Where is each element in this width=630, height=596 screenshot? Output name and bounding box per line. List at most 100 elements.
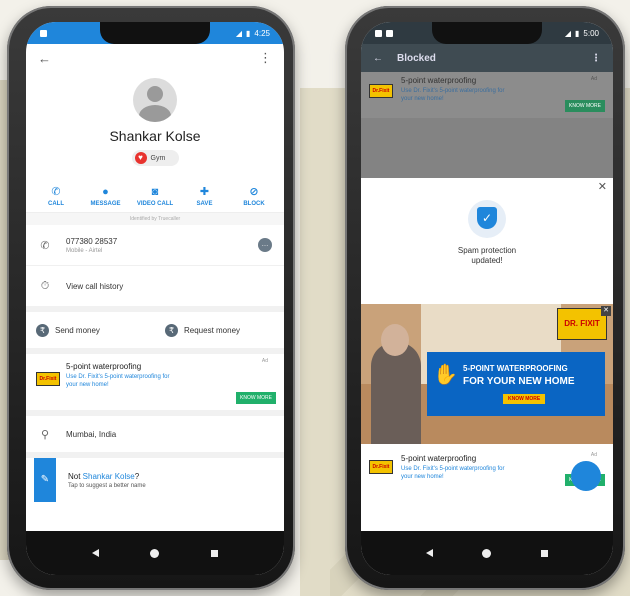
ad-banner[interactable]: DR. FIXIT ✕ ✋ 5-POINT WATERPROOFING FOR … [361,304,613,444]
suggest-name: Shankar Kolse [82,471,135,481]
dr-fixit-logo: Dr.Fixit [369,84,393,98]
avatar [133,78,177,122]
money-card: ₹ Send money ₹ Request money [26,312,284,354]
location-label: Mumbai, India [66,429,117,439]
phone-notch [100,22,210,44]
phone-icon: ✆ [51,186,61,198]
contact-toolbar: ← ⋮ [26,44,284,72]
message-button[interactable]: ● MESSAGE [84,186,128,207]
banner-headline2: FOR YOUR NEW HOME [463,376,575,387]
call-history-label: View call history [66,281,124,291]
shield-check-icon: ✓ [477,207,497,229]
location-row[interactable]: ⚲ Mumbai, India [26,416,284,458]
ad-label: Ad [590,452,597,458]
nav-recents-icon[interactable] [211,549,219,557]
ad-title: 5-point waterproofing [66,362,142,371]
suggest-name-row[interactable]: ✎ Not Shankar Kolse? Tap to suggest a be… [26,458,284,502]
block-icon: ⊘ [249,186,259,198]
phone-notch [432,22,542,44]
call-label: CALL [48,201,64,207]
message-icon: ● [102,186,109,198]
know-more-button[interactable]: KNOW MORE [236,392,276,404]
spam-message: Spam protection updated! [361,246,613,266]
blocked-toolbar: ← Blocked ⋮ [361,44,613,72]
notification-icon [386,29,393,37]
block-label: BLOCK [243,201,265,207]
ad-subtitle: Use Dr. Fixit's 5-point waterproofing fo… [401,88,505,102]
blocked-screen: ◢ ▮ 5:00 ← Blocked ⋮ Dr.Fixit 5-point wa… [361,22,613,575]
phone-number-row[interactable]: ✆ 077380 28537 Mobile - Airtel … [26,225,284,265]
know-more-button[interactable]: KNOW MORE [565,100,605,112]
save-button[interactable]: ✚ SAVE [183,186,227,207]
nav-bar [361,531,613,575]
contact-actions: ✆ CALL ● MESSAGE ◙ VIDEO CALL ✚ SAVE ⊘ B… [26,186,284,207]
spam-message-line2: updated! [471,256,503,265]
dr-fixit-logo: Dr.Fixit [369,460,393,474]
banner-close-icon[interactable]: ✕ [601,306,611,316]
shield-badge: ✓ [468,200,506,238]
back-arrow-icon[interactable]: ← [38,51,51,66]
rupee-request-icon: ₹ [165,323,178,337]
suggest-suffix: ? [134,471,140,481]
contact-tag[interactable]: ♥ Gym [131,150,179,166]
nav-back-icon[interactable] [91,549,99,557]
suggest-subtitle: Tap to suggest a better name [68,482,146,489]
notification-icon [40,29,47,37]
suggest-title: Not Shankar Kolse? [68,472,146,481]
phone-contact-profile: ◢ ▮ 4:25 ← ⋮ Shankar Kolse ♥ Gym ✆ CALL … [7,6,295,590]
add-person-icon: ✚ [199,186,210,198]
page-title: Blocked [397,52,436,64]
block-button[interactable]: ⊘ BLOCK [232,186,276,207]
nav-recents-icon[interactable] [541,549,549,557]
spam-update-dialog: ✕ ✓ Spam protection updated! DR. FIXIT ✕… [361,178,613,531]
signal-icon: ◢ [564,28,572,38]
call-history-row[interactable]: ⏱ View call history [26,265,284,306]
suggest-prefix: Not [68,471,83,481]
nav-home-icon[interactable] [482,548,492,558]
video-call-button[interactable]: ◙ VIDEO CALL [133,186,177,207]
nav-back-icon[interactable] [425,549,433,557]
close-icon[interactable]: ✕ [598,180,607,193]
floating-action-button[interactable] [571,461,601,491]
nav-bar [26,531,284,575]
phone-blocked-screen: ◢ ▮ 5:00 ← Blocked ⋮ Dr.Fixit 5-point wa… [345,6,625,590]
ad-label: Ad [590,76,597,82]
blocked-ad-card[interactable]: Dr.Fixit 5-point waterproofing Use Dr. F… [361,72,613,118]
status-time: 4:25 [254,28,270,38]
sms-icon[interactable]: … [258,238,272,252]
banner-headline-box: ✋ 5-POINT WATERPROOFING FOR YOUR NEW HOM… [427,352,605,416]
edit-card-icon: ✎ [34,458,56,502]
ad-card[interactable]: Dr.Fixit 5-point waterproofing Use Dr. F… [26,354,284,416]
phone-type: Mobile - Airtel [66,247,103,254]
overflow-menu-icon[interactable]: ⋮ [591,53,601,64]
save-label: SAVE [196,201,213,207]
battery-icon: ▮ [246,28,251,38]
notification-icon [375,29,382,37]
message-label: MESSAGE [90,201,121,207]
back-arrow-icon[interactable]: ← [373,53,383,64]
contact-tag-label: Gym [150,154,166,162]
battery-icon: ▮ [575,28,580,38]
banner-person [371,342,421,444]
location-pin-icon: ⚲ [40,428,50,441]
overflow-menu-icon[interactable]: ⋮ [259,50,272,66]
dr-fixit-banner-logo: DR. FIXIT [557,308,607,340]
banner-person-head [381,324,409,356]
status-bar: ◢ ▮ 4:25 [26,22,284,44]
heart-icon: ♥ [134,152,147,164]
banner-know-more[interactable]: KNOW MORE [503,394,546,404]
ad-subtitle: Use Dr. Fixit's 5-point waterproofing fo… [66,374,170,388]
ad-title: 5-point waterproofing [401,454,477,463]
call-button[interactable]: ✆ CALL [34,186,78,207]
contact-name: Shankar Kolse [109,128,201,144]
send-money-button[interactable]: ₹ Send money [26,323,155,337]
rupee-send-icon: ₹ [36,323,49,337]
ad-label: Ad [261,358,268,364]
ad-title: 5-point waterproofing [401,76,477,85]
banner-headline1: 5-POINT WATERPROOFING [463,364,568,373]
nav-home-icon[interactable] [150,548,160,558]
signal-icon: ◢ [235,28,243,38]
history-icon: ⏱ [40,279,50,292]
video-call-label: VIDEO CALL [136,201,174,207]
request-money-button[interactable]: ₹ Request money [155,323,284,337]
